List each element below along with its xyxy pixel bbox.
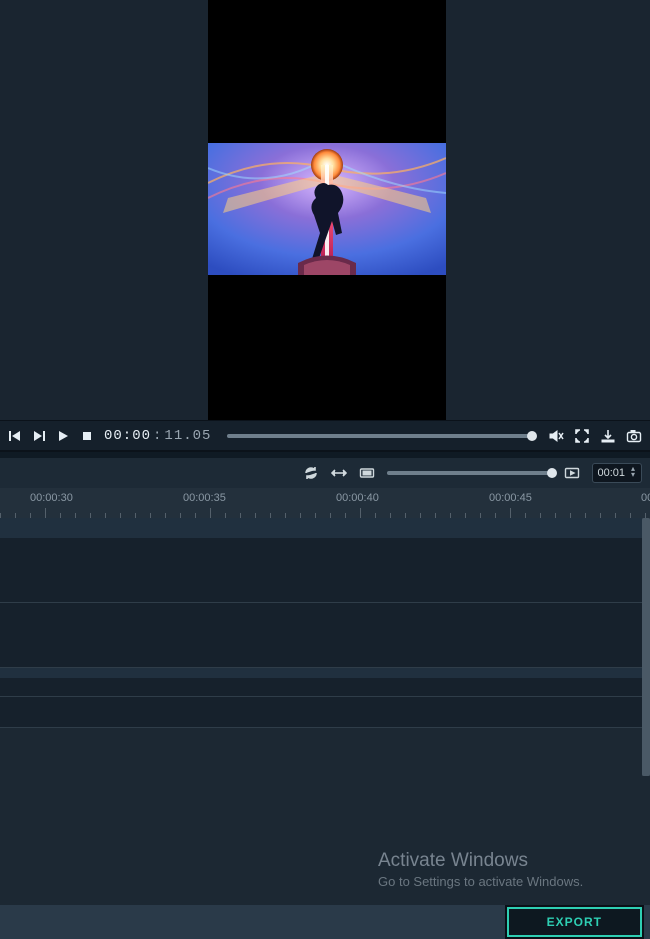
ruler-label: 00:00:35 xyxy=(183,492,226,504)
timeline-ruler[interactable]: 00:00:30 00:00:35 00:00:40 00:00:45 00 xyxy=(0,488,650,518)
ruler-label: 00 xyxy=(641,492,650,504)
audio-track-1[interactable] xyxy=(0,678,650,696)
track-gutter xyxy=(0,668,650,678)
snapshot-button[interactable] xyxy=(626,428,642,444)
last-frame-button[interactable] xyxy=(32,429,46,443)
first-frame-button[interactable] xyxy=(8,429,22,443)
track-gutter xyxy=(0,518,650,538)
play-button[interactable] xyxy=(56,429,70,443)
preview-quality-icon[interactable] xyxy=(564,465,580,481)
timeline-toolstrip: 00:01 ▴ ▾ xyxy=(0,458,650,488)
zoom-slider[interactable] xyxy=(387,471,552,475)
seek-knob[interactable] xyxy=(527,431,537,441)
refresh-icon[interactable] xyxy=(303,465,319,481)
video-track-1[interactable] xyxy=(0,538,650,602)
export-frame-button[interactable] xyxy=(600,428,616,444)
timeline-tracks[interactable] xyxy=(0,518,650,905)
stop-button[interactable] xyxy=(80,429,94,443)
mute-button[interactable] xyxy=(548,428,564,444)
video-frame xyxy=(208,143,446,275)
zoom-to-fit-icon[interactable] xyxy=(359,465,375,481)
ruler-label: 00:00:45 xyxy=(489,492,532,504)
scrollbar-thumb[interactable] xyxy=(642,518,650,776)
letterbox-top xyxy=(208,0,446,138)
step-value: 00:01 xyxy=(597,467,625,479)
step-down-button[interactable]: ▾ xyxy=(629,473,637,479)
audio-track-2[interactable] xyxy=(0,697,650,727)
transport-bar: 00:00 : 11.05 xyxy=(0,420,650,452)
export-button[interactable]: EXPORT xyxy=(507,907,642,937)
timecode-sep: : xyxy=(153,428,162,444)
letterbox-bottom xyxy=(208,282,446,420)
seek-bar[interactable] xyxy=(227,434,532,438)
ruler-label: 00:00:40 xyxy=(336,492,379,504)
timecode-current: 00:00 xyxy=(104,428,151,444)
timecode-total: 11.05 xyxy=(164,428,211,444)
step-value-stepper[interactable]: 00:01 ▴ ▾ xyxy=(592,463,642,483)
footer-bar: EXPORT xyxy=(0,905,650,939)
zoom-knob[interactable] xyxy=(547,468,557,478)
tracks-scrollbar[interactable] xyxy=(642,518,650,776)
fullscreen-button[interactable] xyxy=(574,428,590,444)
video-track-2[interactable] xyxy=(0,603,650,667)
preview-area xyxy=(0,0,650,420)
ruler-label: 00:00:30 xyxy=(30,492,73,504)
timecode-display: 00:00 : 11.05 xyxy=(104,428,211,444)
preview-canvas xyxy=(208,0,446,420)
fit-width-icon[interactable] xyxy=(331,465,347,481)
